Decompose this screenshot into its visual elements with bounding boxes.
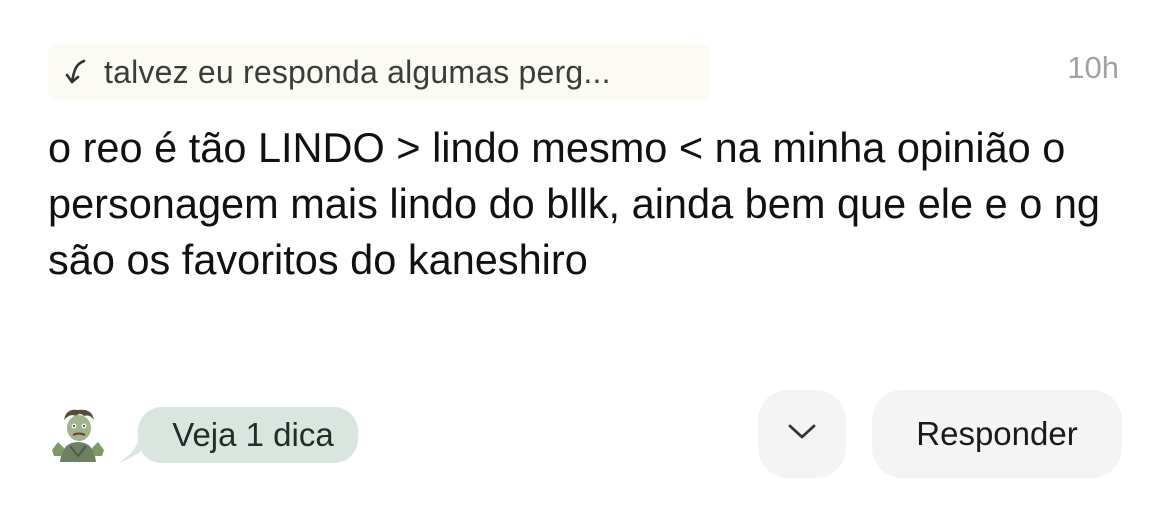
expand-button[interactable] xyxy=(758,390,846,478)
chevron-down-icon xyxy=(787,423,817,446)
reply-button[interactable]: Responder xyxy=(872,390,1122,478)
reply-context-chip[interactable]: talvez eu responda algumas perg... xyxy=(48,44,710,100)
bubble-tail-icon xyxy=(118,429,158,463)
tips-bubble-button[interactable]: Veja 1 dica xyxy=(118,407,358,463)
reply-context-text: talvez eu responda algumas perg... xyxy=(104,53,611,90)
zombie-emoji-avatar[interactable] xyxy=(50,406,106,462)
reply-arrow-icon xyxy=(62,57,92,87)
message-body: o reo é tão LINDO > lindo mesmo < na min… xyxy=(48,124,1101,283)
timestamp: 10h xyxy=(1067,50,1119,85)
tips-label: Veja 1 dica xyxy=(172,416,334,453)
